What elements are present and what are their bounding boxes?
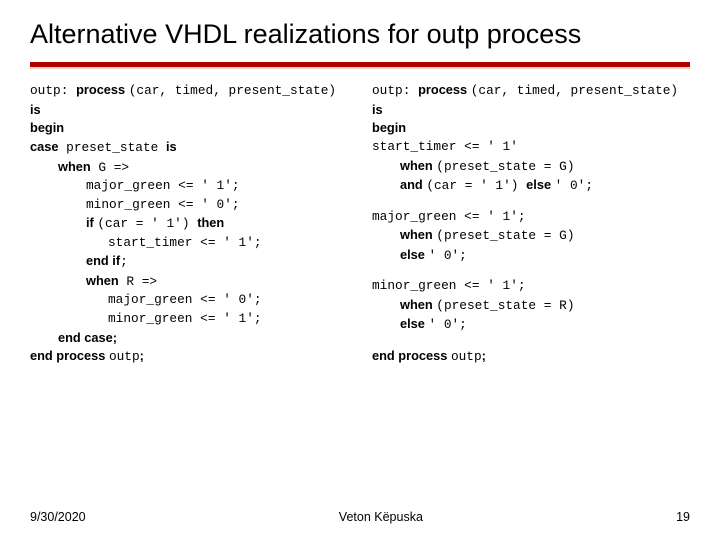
t: ; — [120, 254, 128, 269]
t: preset_state — [58, 140, 166, 155]
code-line: when G => — [30, 158, 348, 178]
kw: when — [400, 158, 436, 173]
kw: when — [58, 159, 91, 174]
kw: when — [400, 297, 436, 312]
code-line: when (preset_state = R) — [372, 296, 690, 316]
code-line: begin — [372, 119, 690, 138]
code-line: else ' 0'; — [372, 315, 690, 335]
footer-author: Veton Këpuska — [339, 510, 423, 524]
code-line: end process outp; — [372, 347, 690, 367]
code-line: major_green <= ' 0'; — [30, 291, 348, 310]
t: (car, timed, present_state) — [471, 83, 678, 98]
t: ' 0'; — [555, 178, 593, 193]
t: (preset_state = R) — [436, 298, 574, 313]
t: (car = ' 1') — [426, 178, 526, 193]
code-line: outp: process (car, timed, present_state… — [30, 81, 348, 119]
code-line: begin — [30, 119, 348, 138]
kw: process — [76, 82, 129, 97]
code-line: end case; — [30, 329, 348, 348]
kw: process — [418, 82, 471, 97]
code-line: case preset_state is — [30, 138, 348, 158]
kw: else — [400, 247, 428, 262]
kw: ; — [140, 348, 144, 363]
spacer — [372, 335, 690, 347]
t: ' 0'; — [428, 317, 466, 332]
t: R => — [119, 274, 157, 289]
t: ' 0'; — [428, 248, 466, 263]
code-line: minor_green <= ' 0'; — [30, 196, 348, 215]
kw: then — [197, 215, 224, 230]
t: outp: — [30, 83, 76, 98]
kw: when — [86, 273, 119, 288]
t: (car = ' 1') — [97, 216, 197, 231]
kw: else — [400, 316, 428, 331]
slide-title: Alternative VHDL realizations for outp p… — [0, 0, 720, 58]
t: outp: — [372, 83, 418, 98]
t: (preset_state = G) — [436, 159, 574, 174]
kw: end process — [372, 348, 451, 363]
kw: case — [30, 139, 58, 154]
kw: when — [400, 227, 436, 242]
code-line: if (car = ' 1') then — [30, 214, 348, 234]
code-line: major_green <= ' 1'; — [372, 208, 690, 227]
t: outp — [109, 349, 140, 364]
code-line: minor_green <= ' 1'; — [372, 277, 690, 296]
kw: ; — [482, 348, 486, 363]
kw: is — [372, 102, 383, 117]
code-line: outp: process (car, timed, present_state… — [372, 81, 690, 119]
right-column: outp: process (car, timed, present_state… — [372, 81, 690, 366]
code-line: end process outp; — [30, 347, 348, 367]
kw: is — [30, 102, 41, 117]
t: outp — [451, 349, 482, 364]
code-line: and (car = ' 1') else ' 0'; — [372, 176, 690, 196]
t: G => — [91, 160, 129, 175]
code-line: minor_green <= ' 1'; — [30, 310, 348, 329]
spacer — [372, 265, 690, 277]
slide-footer: 9/30/2020 Veton Këpuska 19 — [30, 510, 690, 524]
footer-page: 19 — [676, 510, 690, 524]
footer-date: 9/30/2020 — [30, 510, 86, 524]
spacer — [372, 196, 690, 208]
kw: else — [526, 177, 554, 192]
kw: end process — [30, 348, 109, 363]
kw: is — [166, 139, 177, 154]
code-line: major_green <= ' 1'; — [30, 177, 348, 196]
code-line: end if; — [30, 252, 348, 272]
code-line: when (preset_state = G) — [372, 226, 690, 246]
kw: if — [86, 215, 97, 230]
kw: end if — [86, 253, 120, 268]
code-line: when R => — [30, 272, 348, 292]
code-line: when (preset_state = G) — [372, 157, 690, 177]
kw: and — [400, 177, 426, 192]
t: (car, timed, present_state) — [129, 83, 336, 98]
code-line: start_timer <= ' 1' — [372, 138, 690, 157]
content-columns: outp: process (car, timed, present_state… — [0, 67, 720, 366]
left-column: outp: process (car, timed, present_state… — [30, 81, 348, 366]
t: (preset_state = G) — [436, 228, 574, 243]
code-line: start_timer <= ' 1'; — [30, 234, 348, 253]
code-line: else ' 0'; — [372, 246, 690, 266]
